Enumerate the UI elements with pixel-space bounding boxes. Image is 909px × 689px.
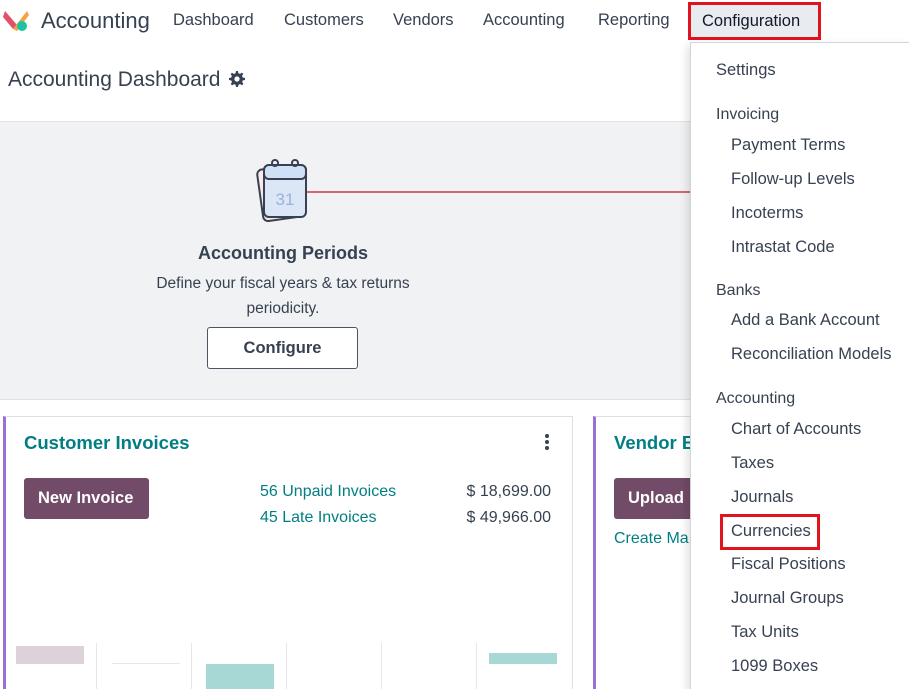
section-header-accounting: Accounting [716,390,796,407]
step-title: Accounting Periods [197,243,368,263]
menu-configuration[interactable]: Configuration [688,2,821,40]
invoice-chart [16,643,561,689]
menu-reporting[interactable]: Reporting [598,11,670,30]
top-navbar: Accounting Dashboard Customers Vendors A… [0,0,909,42]
menu-item-currencies[interactable]: Currencies [731,522,811,541]
new-invoice-button[interactable]: New Invoice [24,478,149,519]
unpaid-invoices-amount: $ 18,699.00 [466,483,551,500]
app-name[interactable]: Accounting [41,8,150,34]
chart-bar[interactable] [489,653,557,664]
menu-item-fiscal-positions[interactable]: Fiscal Positions [731,555,846,574]
calendar-icon: 31 [256,159,307,223]
menu-item-1099-boxes[interactable]: 1099 Boxes [731,657,818,676]
page-title: Accounting Dashboard [8,68,221,91]
late-invoices-amount: $ 49,966.00 [466,509,551,526]
chart-bar[interactable] [16,646,84,664]
more-options-icon[interactable] [544,433,550,451]
chart-bar[interactable] [112,663,180,664]
menu-item-journal-groups[interactable]: Journal Groups [731,589,844,608]
menu-item-taxes[interactable]: Taxes [731,454,774,473]
menu-customers[interactable]: Customers [284,11,364,30]
menu-item-incoterms[interactable]: Incoterms [731,204,803,223]
onboarding-progress-line [305,191,700,193]
menu-item-tax-units[interactable]: Tax Units [731,623,799,642]
late-invoices-link[interactable]: 45 Late Invoices [260,509,377,527]
menu-item-reconciliation-models[interactable]: Reconciliation Models [731,345,892,364]
customer-invoices-title[interactable]: Customer Invoices [24,432,190,454]
configure-button[interactable]: Configure [207,327,358,369]
menu-vendors[interactable]: Vendors [393,11,454,30]
chart-bar[interactable] [206,664,274,689]
menu-item-settings[interactable]: Settings [716,61,776,80]
calendar-day: 31 [276,190,295,209]
create-manually-link[interactable]: Create Ma [614,530,689,548]
menu-accounting[interactable]: Accounting [483,11,565,30]
section-header-invoicing: Invoicing [716,106,780,123]
section-header-banks: Banks [716,282,761,299]
menu-item-payment-terms[interactable]: Payment Terms [731,136,845,155]
unpaid-invoices-link[interactable]: 56 Unpaid Invoices [260,483,396,501]
step-description: Define your fiscal years & tax returns p… [156,275,410,317]
menu-item-follow-up-levels[interactable]: Follow-up Levels [731,170,855,189]
gear-icon[interactable] [229,71,245,87]
vendor-bills-title[interactable]: Vendor B [614,432,695,454]
menu-configuration-label: Configuration [702,12,801,30]
menu-item-add-bank-account[interactable]: Add a Bank Account [731,311,880,330]
menu-item-intrastat-code[interactable]: Intrastat Code [731,238,835,257]
menu-dashboard[interactable]: Dashboard [173,11,254,30]
menu-item-chart-of-accounts[interactable]: Chart of Accounts [731,420,861,439]
menu-item-journals[interactable]: Journals [731,488,793,507]
upload-button[interactable]: Upload [614,478,694,519]
accounting-app-icon[interactable] [3,9,29,33]
